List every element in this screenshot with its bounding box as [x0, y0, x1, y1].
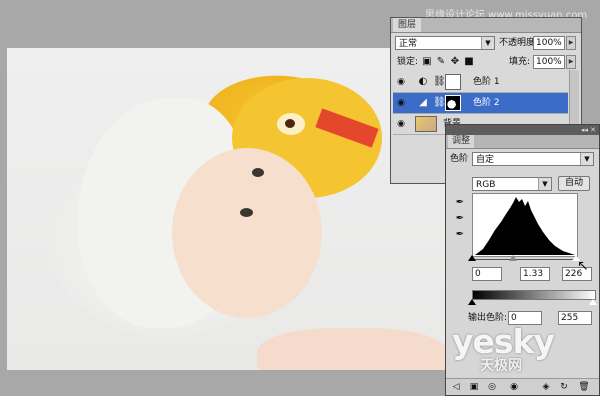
photo-eye	[252, 168, 264, 177]
lock-all-icon[interactable]: ■	[463, 56, 475, 68]
opacity-input[interactable]: 100%	[533, 36, 565, 50]
view-previous-icon[interactable]: ◈	[540, 381, 552, 393]
collapse-icon[interactable]: ◂◂ ✕	[581, 125, 596, 135]
visibility-icon[interactable]: ◉	[508, 381, 520, 393]
preset-select[interactable]: 自定 ▼	[472, 152, 594, 166]
output-white-field[interactable]: 255	[558, 311, 592, 325]
fill-label: 填充:	[509, 57, 531, 67]
layers-tabbar: 图层	[391, 18, 581, 33]
input-gamma-slider[interactable]	[509, 255, 517, 261]
layer-row-levels-1[interactable]: ◉ ◐ ⛓ 色阶 1	[393, 72, 568, 93]
adjustments-bottom-bar: ◁ ▣ ◎ ◉ ◈ ↻ 🗑	[446, 378, 599, 395]
adjustments-tabbar: 调整	[446, 135, 599, 149]
white-eyedropper-icon[interactable]: ✒	[454, 229, 466, 241]
link-icon[interactable]: ⛓	[433, 76, 446, 88]
watermark-subtitle: 天极网	[480, 358, 522, 374]
lock-brush-icon[interactable]: ✎	[435, 56, 447, 68]
photo-eye	[240, 208, 253, 217]
tab-layers[interactable]: 图层	[393, 18, 422, 32]
histogram	[472, 193, 578, 257]
input-black-slider[interactable]	[468, 255, 476, 261]
fill-arrow-icon[interactable]: ▶	[566, 55, 576, 69]
fill-input[interactable]: 100%	[533, 55, 565, 69]
mouse-cursor-icon: ↖	[577, 258, 589, 274]
output-gradient	[472, 290, 596, 300]
chevron-down-icon: ▼	[538, 178, 551, 190]
baby-photo	[7, 48, 447, 370]
adjustment-icon: ◐	[418, 76, 428, 87]
back-arrow-icon[interactable]: ◁	[450, 381, 462, 393]
layer-name: 色阶 1	[473, 77, 500, 87]
preset-value: 自定	[476, 155, 495, 165]
output-white-slider[interactable]	[589, 299, 597, 305]
black-eyedropper-icon[interactable]: ✒	[454, 197, 466, 209]
layer-name: 色阶 2	[473, 98, 500, 108]
output-black-slider[interactable]	[468, 299, 476, 305]
gray-eyedropper-icon[interactable]: ✒	[454, 213, 466, 225]
layer-mask-thumbnail	[445, 95, 461, 111]
lock-transparency-icon[interactable]: ▣	[421, 56, 433, 68]
channel-select[interactable]: RGB ▼	[472, 177, 552, 191]
auto-button[interactable]: 自动	[558, 176, 590, 191]
delete-icon[interactable]: 🗑	[578, 381, 590, 393]
blend-mode-select[interactable]: 正常 ▼	[395, 36, 495, 50]
layer-thumbnail	[415, 116, 437, 132]
tab-adjustments[interactable]: 调整	[448, 135, 475, 148]
layer-row-levels-2[interactable]: ◉ ◢ ⛓ 色阶 2	[393, 93, 568, 114]
eye-icon[interactable]: ◉	[395, 76, 407, 88]
photo-baby-face	[172, 148, 322, 318]
layer-mask-thumbnail	[445, 74, 461, 90]
panel-titlebar[interactable]: ◂◂ ✕	[446, 125, 599, 135]
lock-move-icon[interactable]: ✥	[449, 56, 461, 68]
chevron-down-icon: ▼	[481, 37, 494, 49]
input-gamma-field[interactable]: 1.33	[520, 267, 550, 281]
blend-mode-value: 正常	[399, 39, 418, 49]
lock-label: 锁定:	[397, 57, 419, 67]
adjustment-icon: ◢	[419, 97, 427, 108]
reset-icon[interactable]: ↻	[558, 381, 570, 393]
photo-bear-snout	[277, 113, 305, 135]
input-black-field[interactable]: 0	[472, 267, 502, 281]
channel-value: RGB	[476, 180, 496, 190]
eye-icon[interactable]: ◉	[395, 97, 407, 109]
expand-view-icon[interactable]: ▣	[468, 381, 480, 393]
opacity-arrow-icon[interactable]: ▶	[566, 36, 576, 50]
histogram-graph	[475, 197, 575, 255]
levels-label: 色阶	[450, 154, 469, 164]
photo-baby-arm	[257, 328, 447, 370]
clip-layer-icon[interactable]: ◎	[486, 381, 498, 393]
link-icon[interactable]: ⛓	[433, 97, 446, 109]
eye-icon[interactable]: ◉	[395, 118, 407, 130]
chevron-down-icon: ▼	[580, 153, 593, 165]
input-slider-track[interactable]	[472, 259, 578, 260]
